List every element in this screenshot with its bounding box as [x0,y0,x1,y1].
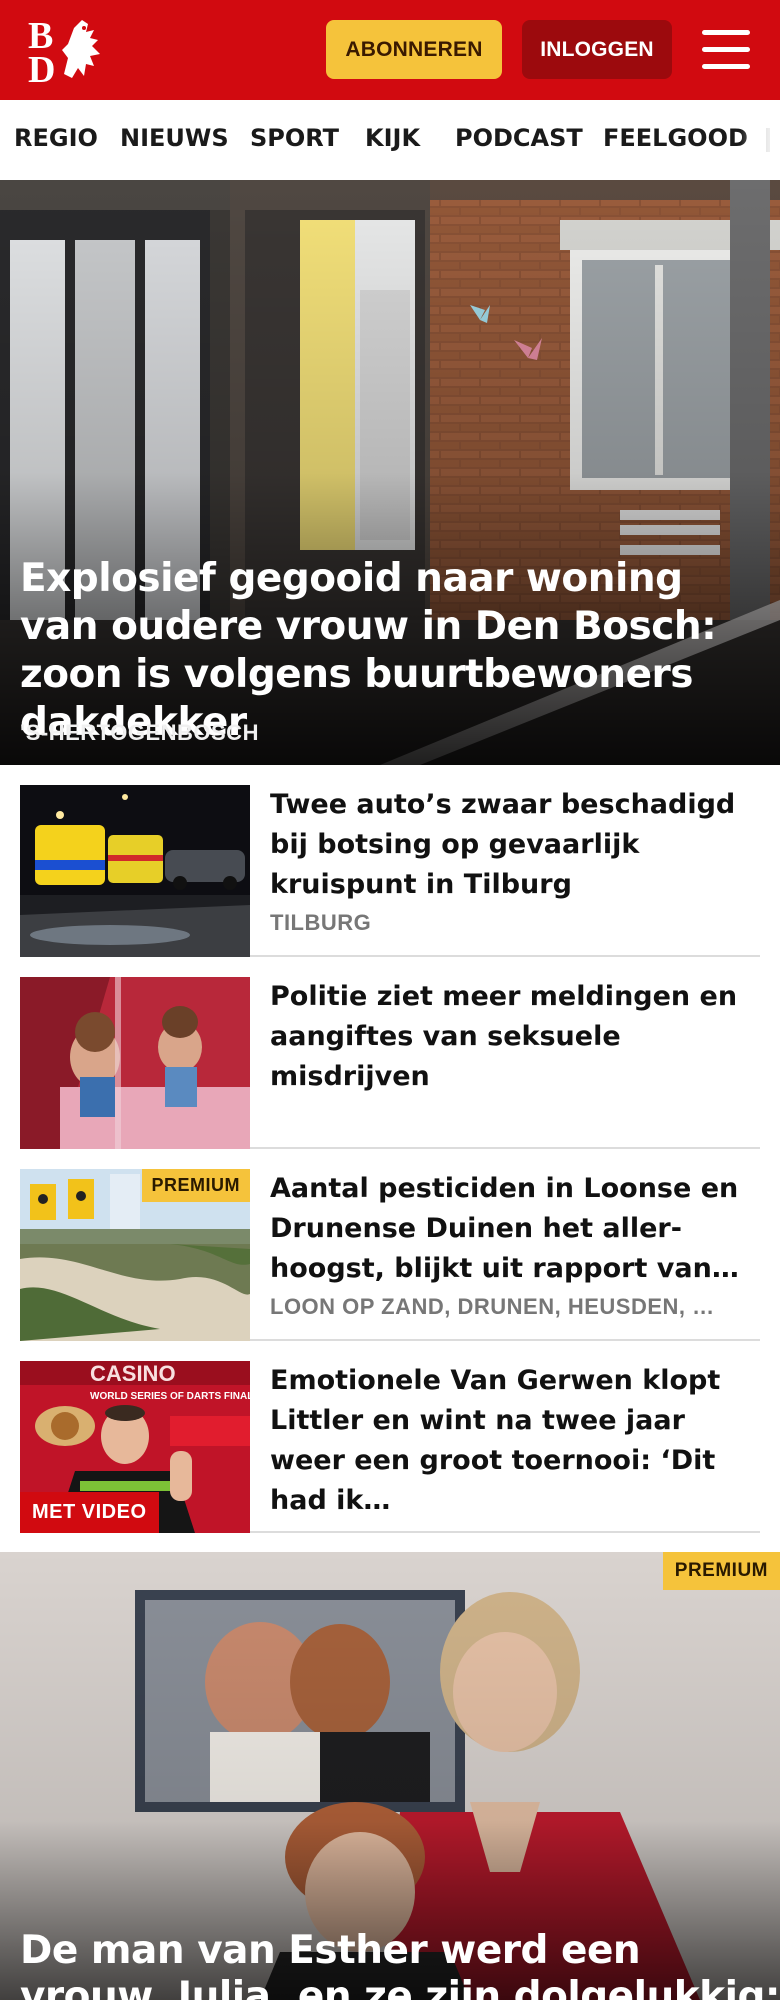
nav-item-regio[interactable]: REGIO [14,124,98,152]
article-thumbnail [20,785,250,957]
hamburger-menu-icon[interactable] [702,30,750,70]
article-thumbnail: CASINO WORLD SERIES OF DARTS FINALS MET … [20,1361,250,1533]
nav-item-kijk[interactable]: KIJK [365,124,420,152]
article-title[interactable]: Politie ziet meer meldingen en aangiftes… [270,977,760,1097]
nav-item-sport[interactable]: SPORT [250,124,339,152]
hero-location: 'S-HERTOGENBOSCH [20,720,259,745]
site-header: B D ABONNEREN INLOGGEN [0,0,780,100]
bd-logo[interactable]: B D [28,14,112,91]
article-list-item[interactable]: PREMIUM Aantal pesticiden in Loonse en D… [20,1149,760,1341]
thumb-sign-text: WORLD SERIES OF DARTS FINALS [90,1391,250,1402]
article-location: LOON OP ZAND, DRUNEN, HEUSDEN, … [270,1294,715,1319]
article-list-item[interactable]: CASINO WORLD SERIES OF DARTS FINALS MET … [20,1341,760,1533]
article-title[interactable]: Aantal pesticiden in Loonse en Drunense … [270,1169,760,1289]
login-button[interactable]: INLOGGEN [522,20,672,79]
nav-item-feelgood[interactable]: FEELGOOD [603,124,748,152]
svg-text:CASINO: CASINO [90,1361,176,1386]
hero-headline[interactable]: Explosief gegooid naar woning van oudere… [20,555,760,747]
article-thumbnail: PREMIUM [20,1169,250,1341]
article-location: TILBURG [270,910,372,935]
premium-badge: PREMIUM [141,1169,250,1202]
feature-article[interactable]: PREMIUM De man van Esther werd een vrouw… [0,1552,780,2000]
subscribe-button[interactable]: ABONNEREN [326,20,502,79]
feature-headline[interactable]: De man van Esther werd een vrouw, Julia,… [20,1928,780,2000]
nav-item-podcast[interactable]: PODCAST [455,124,583,152]
article-thumbnail [20,977,250,1149]
article-list-item[interactable]: Politie ziet meer meldingen en aangiftes… [20,957,760,1149]
nav-fade [740,100,780,180]
article-title[interactable]: Emotionele Van Gerwen klopt Littler en w… [270,1361,760,1521]
video-badge: MET VIDEO [20,1492,159,1533]
premium-badge: PREMIUM [662,1552,780,1590]
article-title[interactable]: Twee auto’s zwaar beschadigd bij botsing… [270,785,760,905]
article-list-item[interactable]: Twee auto’s zwaar beschadigd bij botsing… [20,765,760,957]
nav-item-nieuws[interactable]: NIEUWS [120,124,229,152]
svg-text:D: D [28,49,55,84]
section-nav: REGIO NIEUWS SPORT KIJK PODCAST FEELGOOD [0,100,780,180]
